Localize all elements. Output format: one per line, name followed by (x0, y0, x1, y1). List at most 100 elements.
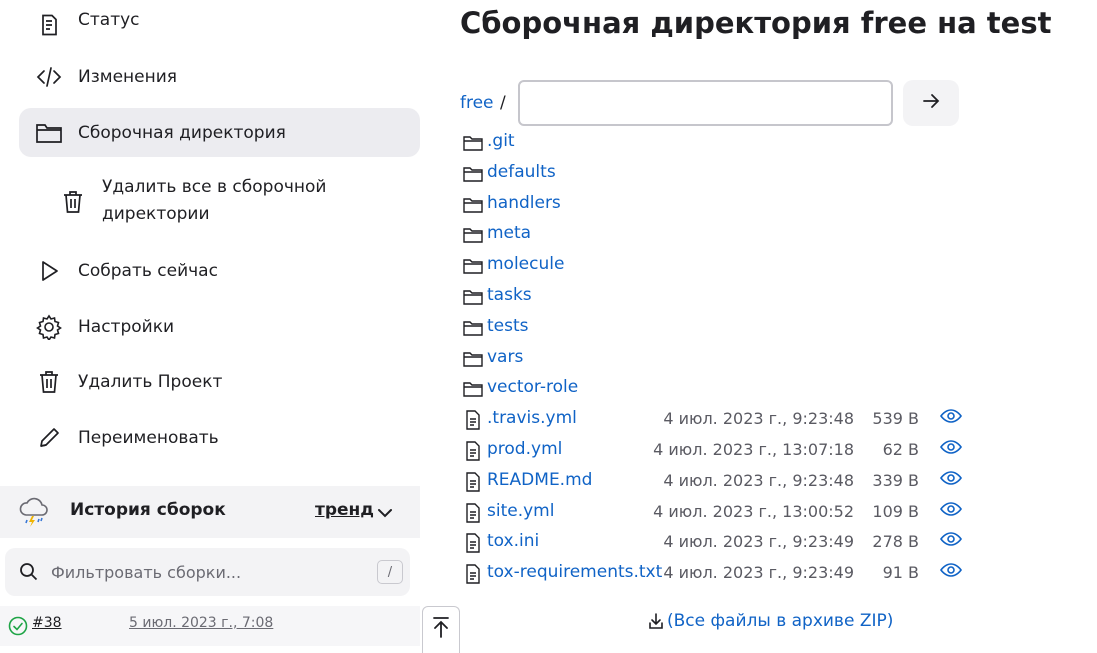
view-icon[interactable] (940, 407, 962, 425)
folder-icon (462, 255, 484, 277)
sidebar-item-build-now[interactable]: Собрать сейчас (19, 246, 420, 295)
file-date: 4 июл. 2023 г., 9:23:49 (663, 532, 854, 551)
file-icon (462, 532, 484, 554)
zip-link-label: (Все файлы в архиве ZIP) (667, 611, 894, 631)
sidebar-item-label: Изменения (78, 66, 178, 87)
folder-icon (462, 317, 484, 339)
folder-row[interactable]: tasks (462, 281, 982, 312)
folder-icon (462, 378, 484, 400)
build-history-header: История сборок тренд (0, 486, 420, 538)
build-row[interactable]: #38 5 июл. 2023 г., 7:08 (0, 606, 420, 646)
folder-link[interactable]: vector-role (487, 377, 578, 397)
scroll-top-button[interactable] (422, 606, 460, 653)
folder-icon (462, 132, 484, 154)
folder-row[interactable]: defaults (462, 158, 982, 189)
sidebar-item-status[interactable]: Статус (19, 0, 420, 49)
arrow-right-icon (922, 93, 940, 113)
arrow-up-to-line-icon (431, 615, 451, 653)
breadcrumb-root-link[interactable]: free (460, 93, 494, 113)
play-icon (35, 257, 63, 285)
file-size: 109 B (872, 502, 919, 521)
file-icon (462, 440, 484, 462)
file-row[interactable]: .travis.yml 4 июл. 2023 г., 9:23:48 539 B (462, 404, 982, 435)
folder-row[interactable]: molecule (462, 250, 982, 281)
folder-link[interactable]: tests (487, 316, 529, 336)
sidebar-item-delete-project[interactable]: Удалить Проект (19, 357, 420, 406)
build-date-link[interactable]: 5 июл. 2023 г., 7:08 (129, 615, 273, 631)
file-size: 278 B (872, 532, 919, 551)
sidebar-item-label: Удалить все в сборочной директории (102, 177, 327, 224)
file-icon (462, 471, 484, 493)
sidebar-item-label: Статус (78, 10, 140, 30)
weather-storm-icon (18, 496, 50, 528)
folder-link[interactable]: molecule (487, 254, 564, 274)
file-row[interactable]: tox-requirements.txt 4 июл. 2023 г., 9:23… (462, 558, 982, 589)
pencil-icon (35, 424, 63, 452)
gear-icon (35, 313, 63, 341)
file-date: 4 июл. 2023 г., 13:07:18 (653, 440, 854, 459)
folder-row[interactable]: tests (462, 312, 982, 343)
file-size: 339 B (872, 471, 919, 490)
folder-link[interactable]: meta (487, 223, 531, 243)
download-icon (647, 611, 665, 631)
view-icon[interactable] (940, 561, 962, 579)
file-row[interactable]: README.md 4 июл. 2023 г., 9:23:48 339 B (462, 466, 982, 497)
file-link[interactable]: .travis.yml (487, 408, 577, 428)
file-row[interactable]: prod.yml 4 июл. 2023 г., 13:07:18 62 B (462, 435, 982, 466)
file-date: 4 июл. 2023 г., 9:23:49 (663, 563, 854, 582)
file-link[interactable]: site.yml (487, 501, 554, 521)
file-icon (462, 409, 484, 431)
folder-link[interactable]: tasks (487, 285, 532, 305)
folder-icon (35, 119, 63, 147)
file-link[interactable]: README.md (487, 470, 592, 490)
folder-row[interactable]: meta (462, 219, 982, 250)
file-date: 4 июл. 2023 г., 9:23:48 (663, 471, 854, 490)
view-icon[interactable] (940, 530, 962, 548)
file-link[interactable]: tox-requirements.txt (487, 562, 662, 582)
build-history-title: История сборок (70, 500, 226, 520)
folder-link[interactable]: vars (487, 347, 523, 367)
folder-row[interactable]: vars (462, 343, 982, 374)
sidebar-item-wipe-workspace[interactable]: Удалить все в сборочной директории (60, 172, 420, 232)
view-icon[interactable] (940, 500, 962, 518)
view-icon[interactable] (940, 469, 962, 487)
file-size: 62 B (882, 440, 919, 459)
build-filter: / (5, 548, 410, 596)
folder-icon (462, 194, 484, 216)
go-button[interactable] (903, 80, 959, 126)
file-row[interactable]: tox.ini 4 июл. 2023 г., 9:23:49 278 B (462, 527, 982, 558)
sidebar-item-workspace[interactable]: Сборочная директория (19, 108, 420, 157)
sidebar-item-settings[interactable]: Настройки (19, 302, 420, 351)
folder-link[interactable]: handlers (487, 193, 561, 213)
folder-row[interactable]: handlers (462, 189, 982, 220)
zip-download-link[interactable]: (Все файлы в архиве ZIP) (647, 611, 893, 631)
file-date: 4 июл. 2023 г., 9:23:48 (663, 409, 854, 428)
folder-icon (462, 224, 484, 246)
path-input[interactable] (518, 80, 893, 126)
sidebar-item-label: Удалить Проект (78, 371, 223, 392)
folder-row[interactable]: vector-role (462, 373, 982, 404)
view-icon[interactable] (940, 438, 962, 456)
chevron-down-icon[interactable] (374, 502, 396, 524)
file-link[interactable]: tox.ini (487, 531, 539, 551)
build-number-link[interactable]: #38 (32, 615, 62, 631)
folder-icon (462, 163, 484, 185)
sidebar-item-label: Сборочная директория (78, 122, 286, 143)
keyboard-shortcut-hint: / (377, 560, 403, 584)
file-icon (462, 563, 484, 585)
build-filter-input[interactable] (51, 558, 351, 586)
folder-icon (462, 348, 484, 370)
sidebar-item-changes[interactable]: Изменения (19, 52, 420, 101)
folder-row[interactable]: .git (462, 127, 982, 158)
trend-link[interactable]: тренд (315, 500, 374, 520)
file-link[interactable]: prod.yml (487, 439, 562, 459)
folder-link[interactable]: defaults (487, 162, 556, 182)
breadcrumb-separator: / (500, 93, 506, 113)
trash-icon (60, 188, 86, 216)
folder-link[interactable]: .git (487, 131, 515, 151)
file-icon (462, 502, 484, 524)
file-row[interactable]: site.yml 4 июл. 2023 г., 13:00:52 109 B (462, 497, 982, 528)
document-icon (35, 11, 63, 39)
sidebar-item-label: Собрать сейчас (78, 260, 218, 281)
sidebar-item-rename[interactable]: Переименовать (19, 413, 420, 462)
